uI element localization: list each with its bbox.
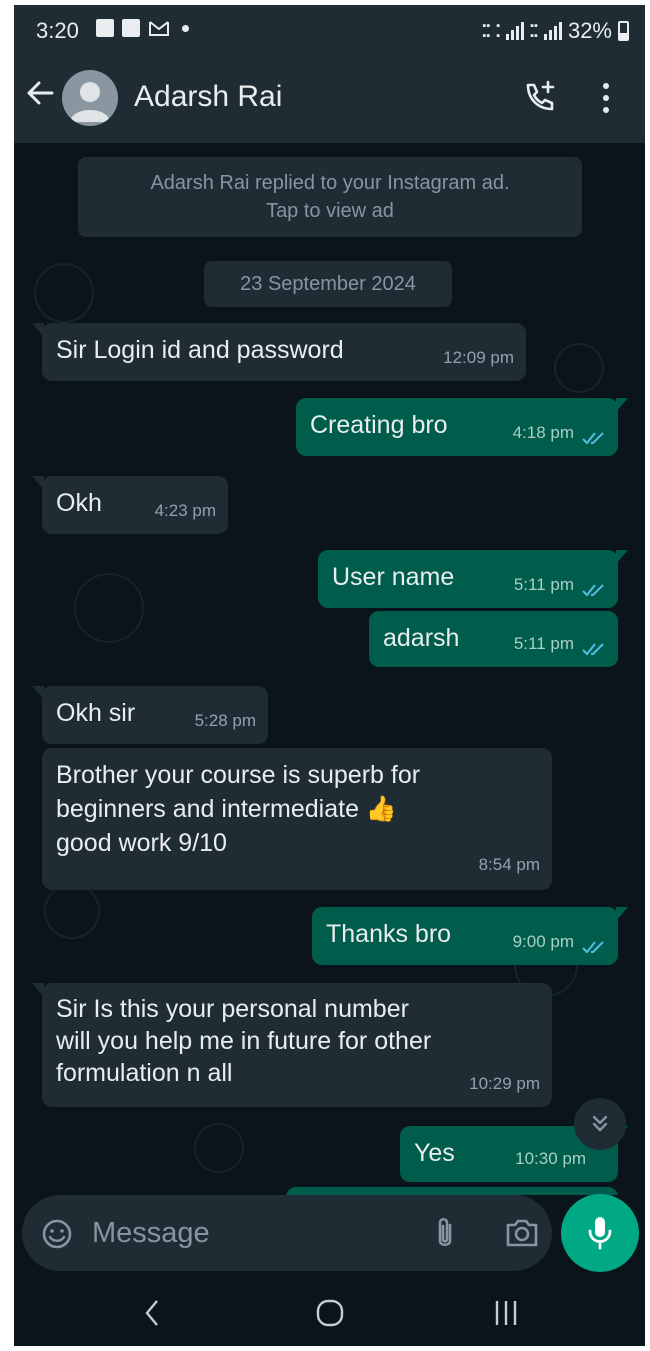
message-text-line: formulation n all (56, 1059, 233, 1087)
outgoing-message[interactable]: Creating bro 4:18 pm (296, 398, 628, 456)
ad-reply-notice[interactable]: Adarsh Rai replied to your Instagram ad.… (78, 157, 582, 237)
more-notifications-dot (182, 24, 189, 32)
volte-icon: ▪▪ ▪▪ (482, 20, 491, 42)
gallery-notification-icon (96, 19, 114, 37)
double-chevron-down-icon (592, 1115, 608, 1132)
message-time: 8:54 pm (478, 855, 540, 874)
contact-name[interactable]: Adarsh Rai (134, 80, 282, 114)
message-text-line: beginners and intermediate 👍 (56, 795, 398, 823)
nav-recents-icon[interactable] (492, 1297, 520, 1329)
status-bar: 3:20 ▪▪ ▪▪ ▪ ▪ ▪▪ ▪▪ 32% (14, 5, 645, 53)
message-text: User name (332, 563, 455, 591)
status-right: ▪▪ ▪▪ ▪ ▪ ▪▪ ▪▪ 32% (482, 18, 629, 44)
wallpaper-doodle (44, 883, 100, 939)
back-arrow-icon[interactable] (24, 77, 56, 109)
incoming-message[interactable]: Okh sir 5:28 pm (32, 686, 268, 744)
contact-avatar[interactable] (62, 70, 118, 126)
message-text: Okh (56, 489, 102, 517)
signal-2-icon (543, 22, 562, 40)
message-input[interactable] (92, 1211, 392, 1255)
scroll-to-bottom-button[interactable] (574, 1098, 626, 1150)
message-text: adarsh (383, 624, 460, 652)
message-text-line: good work 9/10 (56, 829, 227, 857)
message-text: Thanks bro (326, 920, 452, 948)
message-text: Okh sir (56, 699, 136, 727)
wallpaper-doodle (554, 343, 604, 393)
message-time: 4:23 pm (154, 501, 216, 520)
date-chip: 23 September 2024 (204, 261, 452, 307)
camera-icon[interactable] (504, 1217, 540, 1249)
message-time: 5:11 pm (513, 634, 574, 653)
chat-area[interactable]: Adarsh Rai replied to your Instagram ad.… (14, 143, 645, 1195)
message-time: 5:11 pm (513, 575, 574, 594)
message-text: Yes (414, 1139, 455, 1167)
message-text: Sir Login id and password (56, 336, 344, 364)
read-receipt-icon (582, 643, 604, 656)
message-time: 12:09 pm (443, 348, 514, 367)
message-time: 5:28 pm (194, 711, 256, 730)
incoming-message[interactable]: Sir Is this your personal number will yo… (32, 983, 552, 1107)
phone-screen: 3:20 ▪▪ ▪▪ ▪ ▪ ▪▪ ▪▪ 32% Adarsh Rai Adar… (14, 5, 645, 1346)
incoming-message[interactable]: Sir Login id and password 12:09 pm (32, 323, 526, 381)
default-avatar-icon (70, 82, 110, 122)
chat-header: Adarsh Rai (14, 53, 645, 143)
read-receipt-icon (582, 432, 604, 445)
wallpaper-doodle (194, 1123, 244, 1173)
message-text: Creating bro (310, 411, 448, 439)
nav-home-icon[interactable] (314, 1297, 346, 1329)
message-time: 9:00 pm (512, 932, 574, 951)
battery-icon (618, 21, 629, 41)
nav-back-icon[interactable] (142, 1297, 162, 1329)
wallpaper-doodle (74, 573, 144, 643)
message-text-line: will you help me in future for other (56, 1027, 432, 1055)
wallpaper-doodle (34, 263, 94, 323)
message-text-line: Brother your course is superb for (56, 761, 421, 789)
attach-icon[interactable] (432, 1215, 458, 1251)
add-call-icon[interactable] (522, 79, 558, 115)
ad-notice-line1: Adarsh Rai replied to your Instagram ad. (150, 172, 510, 194)
microphone-icon (588, 1217, 612, 1250)
5g-icon: ▪ ▪ (496, 20, 501, 42)
message-time: 10:29 pm (469, 1074, 540, 1093)
ad-notice-line2: Tap to view ad (266, 200, 394, 222)
outgoing-message-partial[interactable] (286, 1187, 618, 1195)
outgoing-message[interactable]: Thanks bro 9:00 pm (312, 907, 628, 965)
more-options-icon[interactable] (596, 81, 616, 115)
outgoing-message[interactable]: adarsh 5:11 pm (369, 611, 618, 667)
message-time: 10:30 pm (515, 1149, 586, 1168)
compose-bar (22, 1195, 552, 1271)
gmail-notification-icon (149, 21, 169, 36)
message-text-line: Sir Is this your personal number (56, 995, 409, 1023)
network-type-icon: ▪▪ ▪▪ (530, 20, 538, 42)
system-nav-bar (14, 1283, 645, 1346)
message-time: 4:18 pm (512, 423, 574, 442)
outgoing-message[interactable]: User name 5:11 pm (318, 550, 628, 608)
status-time: 3:20 (36, 18, 79, 43)
read-receipt-icon (582, 941, 604, 954)
signal-1-icon (506, 22, 525, 40)
linkedin-notification-icon (122, 19, 140, 37)
voice-message-button[interactable] (561, 1194, 639, 1272)
read-receipt-icon (582, 584, 604, 597)
incoming-message[interactable]: Brother your course is superb for beginn… (42, 748, 552, 890)
battery-percent: 32% (567, 18, 612, 43)
notification-icons (96, 19, 189, 37)
emoji-icon[interactable] (40, 1217, 74, 1251)
incoming-message[interactable]: Okh 4:23 pm (32, 476, 228, 534)
